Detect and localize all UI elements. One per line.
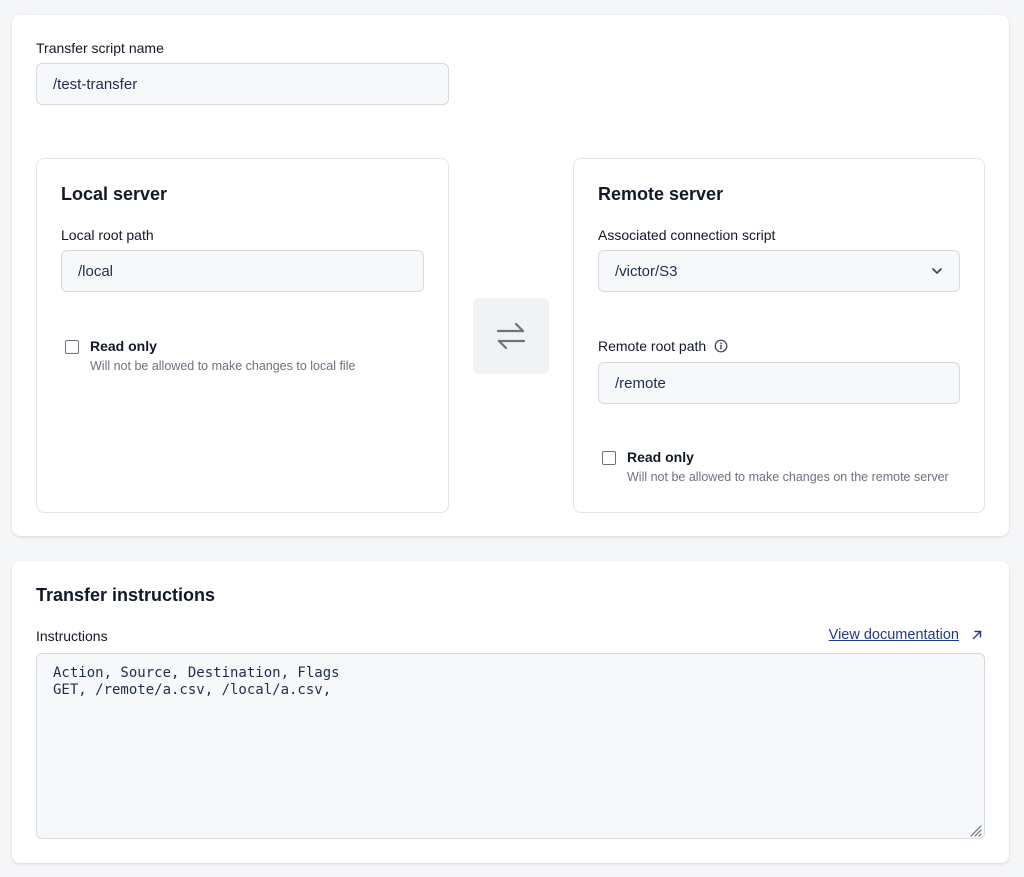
instructions-textarea[interactable]: Action, Source, Destination, Flags GET, … <box>36 653 985 839</box>
swap-servers-button[interactable] <box>473 298 549 374</box>
external-link-icon <box>972 630 982 640</box>
view-documentation-text: View documentation <box>828 627 959 643</box>
transfer-config-card: Transfer script name /test-transfer Loca… <box>12 15 1009 536</box>
local-server-title: Local server <box>61 184 168 204</box>
local-root-path-input[interactable]: /local <box>61 250 424 292</box>
local-read-only-help: Will not be allowed to make changes to l… <box>90 359 356 373</box>
section-title: Transfer instructions <box>36 585 216 605</box>
remote-server-panel: Remote server Associated connection scri… <box>573 158 985 513</box>
local-root-path-label: Local root path <box>61 227 154 243</box>
remote-root-path-label: Remote root path <box>598 338 728 354</box>
remote-read-only-checkbox[interactable] <box>602 451 616 465</box>
local-server-panel: Local server Local root path /local Read… <box>36 158 449 513</box>
connection-script-value: /victor/S3 <box>615 262 678 280</box>
local-read-only-checkbox[interactable] <box>65 340 79 354</box>
connection-script-select[interactable]: /victor/S3 <box>598 250 960 292</box>
connection-script-label: Associated connection script <box>598 227 776 243</box>
chevron-down-icon <box>932 268 942 274</box>
local-read-only-label: Read only <box>90 338 157 354</box>
transfer-instructions-card: Transfer instructions Instructions View … <box>12 561 1009 863</box>
remote-read-only-label: Read only <box>627 449 694 465</box>
remote-server-title: Remote server <box>598 184 724 204</box>
instructions-label: Instructions <box>36 628 108 644</box>
view-documentation-link[interactable]: View documentation <box>829 627 983 643</box>
remote-root-path-input[interactable]: /remote <box>598 362 960 404</box>
script-name-input[interactable]: /test-transfer <box>36 63 449 105</box>
swap-arrows-icon <box>496 322 526 350</box>
remote-read-only-help: Will not be allowed to make changes on t… <box>627 470 949 484</box>
resize-handle-icon[interactable] <box>968 823 982 837</box>
info-icon[interactable] <box>714 339 728 353</box>
script-name-label: Transfer script name <box>36 40 164 56</box>
remote-root-path-label-text: Remote root path <box>598 338 707 354</box>
